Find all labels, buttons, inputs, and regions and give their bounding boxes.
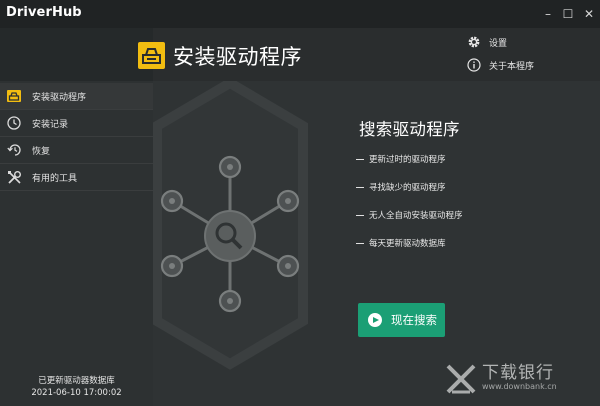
watermark: 下载银行 www.downbank.cn xyxy=(442,356,600,406)
sidebar-item-label: 安装记录 xyxy=(32,119,69,130)
watermark-url: www.downbank.cn xyxy=(482,382,557,391)
minimize-button[interactable]: – xyxy=(538,4,558,24)
feature-item: 寻找缺少的驱动程序 xyxy=(356,181,446,193)
search-now-label: 现在搜索 xyxy=(391,313,437,327)
watermark-logo-icon xyxy=(446,364,476,394)
sidebar-item-useful-tools[interactable]: 有用的工具 xyxy=(0,164,153,191)
driver-network-illustration xyxy=(153,81,308,370)
settings-link[interactable]: 设置 xyxy=(467,35,507,49)
about-link[interactable]: 关于本程序 xyxy=(467,58,534,72)
title-bar: DriverHub – ☐ ✕ xyxy=(0,0,600,28)
search-now-button[interactable]: 现在搜索 xyxy=(358,303,445,337)
database-update-status: 已更新驱动器数据库 2021-06-10 17:00:02 xyxy=(0,375,153,399)
sidebar-item-install-history[interactable]: 安装记录 xyxy=(0,110,153,137)
db-status-text: 已更新驱动器数据库 xyxy=(38,376,115,386)
sidebar-item-restore[interactable]: 恢复 xyxy=(0,137,153,164)
app-window: DriverHub – ☐ ✕ 安装驱动程序 设置 关于本程序 安装驱动程序 安… xyxy=(0,0,600,406)
driver-icon xyxy=(5,87,23,105)
brand-logo: DriverHub xyxy=(6,5,82,20)
about-label: 关于本程序 xyxy=(489,61,535,72)
db-status-timestamp: 2021-06-10 17:00:02 xyxy=(31,388,122,398)
play-icon xyxy=(368,313,382,327)
gear-icon xyxy=(467,35,481,49)
maximize-button[interactable]: ☐ xyxy=(558,4,578,24)
feature-item: 更新过时的驱动程序 xyxy=(356,153,446,165)
feature-item: 每天更新驱动数据库 xyxy=(356,237,446,249)
feature-item: 无人全自动安装驱动程序 xyxy=(356,209,463,221)
restore-icon xyxy=(5,141,23,159)
page-title: 安装驱动程序 xyxy=(173,45,302,69)
settings-label: 设置 xyxy=(489,38,508,49)
driver-install-icon xyxy=(138,42,165,69)
watermark-text: 下载银行 xyxy=(482,363,554,383)
sidebar-item-label: 安装驱动程序 xyxy=(32,92,87,103)
close-button[interactable]: ✕ xyxy=(579,4,599,24)
search-heading: 搜索驱动程序 xyxy=(359,120,460,139)
clock-icon xyxy=(5,114,23,132)
header-sidebar-spacer xyxy=(0,28,153,81)
sidebar-item-label: 恢复 xyxy=(32,146,51,157)
sidebar-item-install-drivers[interactable]: 安装驱动程序 xyxy=(0,83,153,110)
sidebar: 安装驱动程序 安装记录 恢复 有用的工具 已更新驱动器数据库 2021-06-1… xyxy=(0,81,153,406)
tools-icon xyxy=(5,168,23,186)
sidebar-item-label: 有用的工具 xyxy=(32,173,78,184)
header-bar: 安装驱动程序 设置 关于本程序 xyxy=(0,28,600,81)
info-icon xyxy=(467,58,481,72)
